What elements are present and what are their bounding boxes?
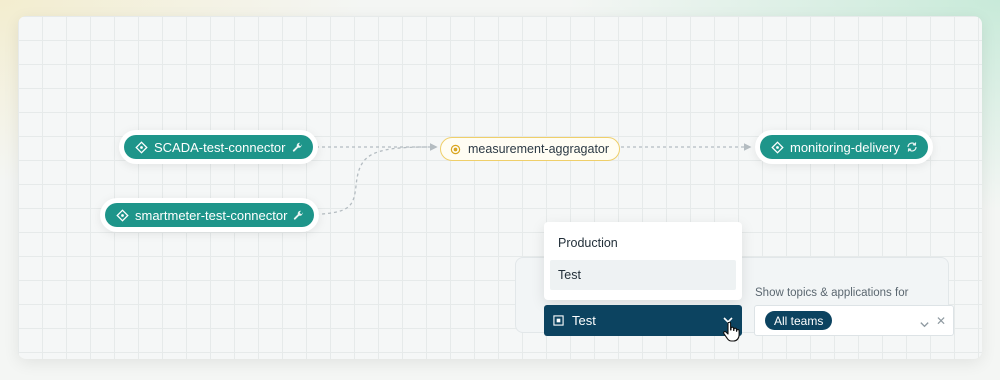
team-chip[interactable]: All teams <box>765 311 833 330</box>
topic-dot-icon <box>449 143 461 155</box>
connector-diamond-icon <box>115 208 129 222</box>
node-smartmeter-test-connector[interactable]: smartmeter-test-connector <box>105 203 315 227</box>
environment-select-value: Test <box>572 313 596 328</box>
team-filter-select[interactable]: All teams ✕ <box>754 305 954 336</box>
connector-diamond-icon <box>770 140 784 154</box>
option-label: Test <box>558 268 581 282</box>
environment-square-icon <box>552 315 564 327</box>
wrench-icon <box>293 210 304 221</box>
node-label: monitoring-delivery <box>790 139 900 155</box>
connector-diamond-icon <box>134 140 148 154</box>
topic-label: measurement-aggragator <box>468 142 610 156</box>
team-filter-label: Show topics & applications for <box>755 287 909 299</box>
node-label: smartmeter-test-connector <box>135 207 288 223</box>
node-measurement-aggragator[interactable]: measurement-aggragator <box>440 137 621 161</box>
environment-option-production[interactable]: Production <box>550 228 736 258</box>
node-monitoring-delivery[interactable]: monitoring-delivery <box>760 135 928 159</box>
environment-option-test[interactable]: Test <box>550 260 736 290</box>
environment-dropdown-menu: Production Test <box>544 222 742 300</box>
node-label: SCADA-test-connector <box>154 139 286 155</box>
wrench-icon <box>292 142 303 153</box>
environment-select[interactable]: Test <box>544 305 742 336</box>
hand-pointer-cursor-icon <box>722 321 740 347</box>
clear-icon[interactable]: ✕ <box>936 314 946 328</box>
chevron-down-icon[interactable] <box>919 317 930 335</box>
option-label: Production <box>558 236 618 250</box>
node-scada-test-connector[interactable]: SCADA-test-connector <box>124 135 313 159</box>
sync-icon <box>906 141 918 153</box>
